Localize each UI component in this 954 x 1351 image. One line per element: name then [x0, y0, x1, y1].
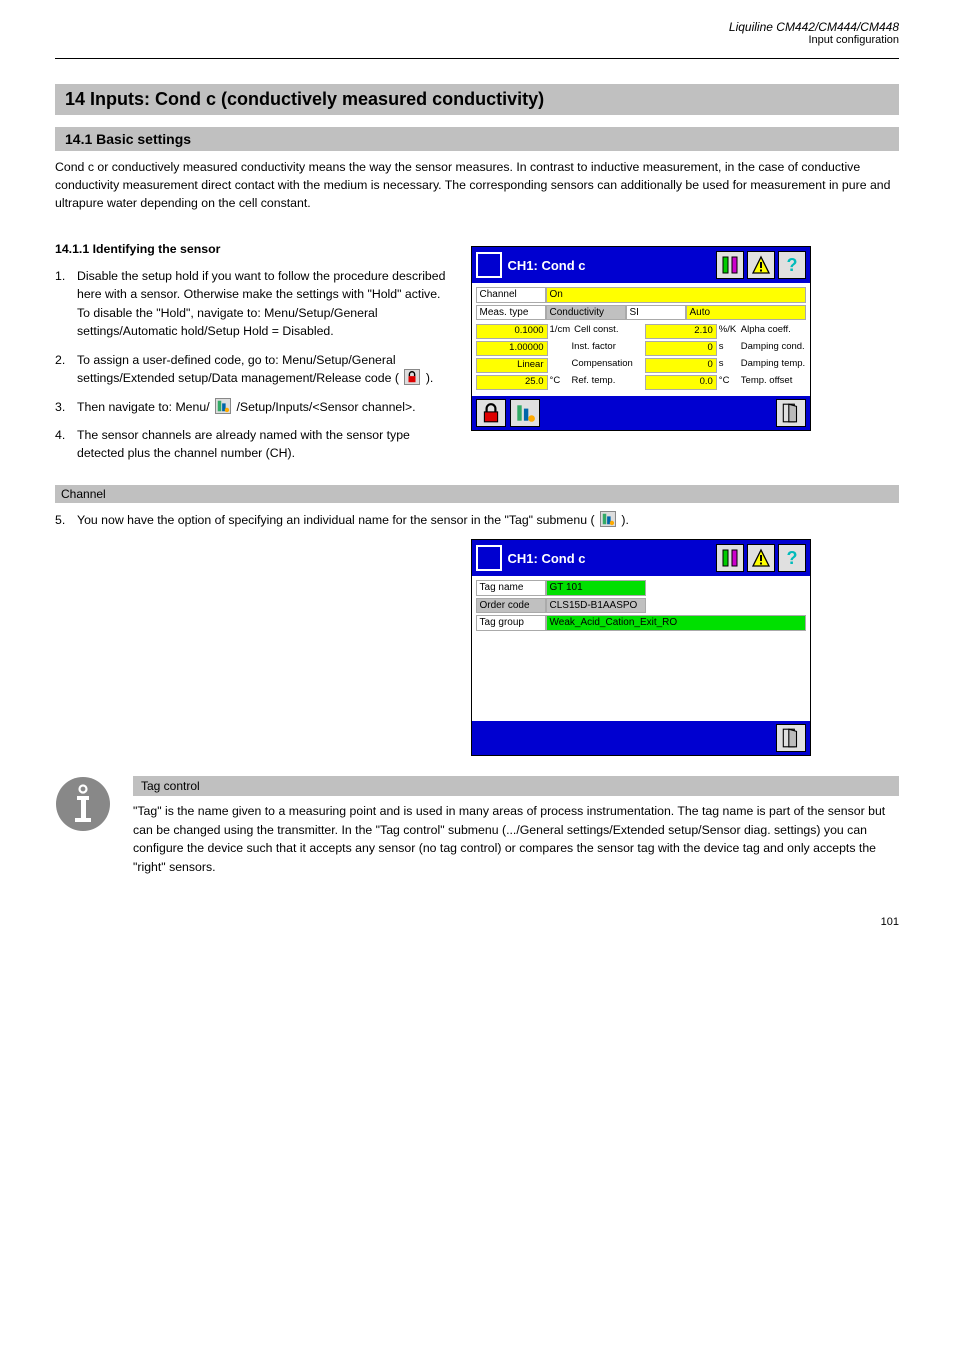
param-inst-factor: 1.00000Inst. factor — [476, 341, 635, 356]
range-field[interactable]: Auto — [686, 305, 806, 321]
step-1: 1. Disable the setup hold if you want to… — [55, 267, 451, 341]
param-temp-offset: 0.0°CTemp. offset — [645, 375, 807, 390]
help-icon[interactable]: ? — [778, 251, 806, 279]
tip-paragraph: "Tag" is the name given to a measuring p… — [133, 802, 899, 876]
warning-icon[interactable] — [747, 251, 775, 279]
window-title: CH1: Cond c — [508, 551, 716, 566]
tip-block: Tag control "Tag" is the name given to a… — [55, 776, 899, 876]
warning-icon[interactable] — [747, 544, 775, 572]
svg-text:?: ? — [786, 548, 797, 568]
window-titlebar: CH1: Cond c ? — [472, 540, 810, 576]
settings-window: CH1: Cond c ? Channel On — [471, 246, 811, 431]
tag-body: Tag name GT 101 Order code CLS15D-B1AASP… — [472, 576, 810, 721]
window-status-icon[interactable] — [716, 251, 744, 279]
step-3: 3. Then navigate to: Menu/ /Setup/Inputs… — [55, 398, 451, 416]
step-2: 2. To assign a user-defined code, go to:… — [55, 351, 451, 388]
param-compensation: LinearCompensation — [476, 358, 635, 373]
window-footer — [472, 396, 810, 430]
tagname-field[interactable]: GT 101 — [546, 580, 646, 596]
ordercode-field: CLS15D-B1AASPO — [546, 598, 646, 614]
info-icon — [55, 776, 115, 835]
param-damp-cond: 0sDamping cond. — [645, 341, 807, 356]
channel-subheading: Channel — [55, 485, 899, 503]
param-alpha: 2.10%/KAlpha coeff. — [645, 324, 807, 339]
chapter-name: Input configuration — [0, 34, 899, 46]
window-title: CH1: Cond c — [508, 258, 716, 273]
page-number: 101 — [0, 916, 899, 928]
doc-title: Liquiline CM442/CM444/CM448 — [0, 20, 899, 34]
intro-paragraph: Cond c or conductively measured conducti… — [55, 159, 899, 212]
step-list: 1. Disable the setup hold if you want to… — [55, 267, 451, 463]
tagname-label: Tag name — [476, 580, 546, 596]
gauge-icon — [600, 511, 616, 527]
step-5: 5. You now have the option of specifying… — [55, 511, 899, 529]
lock-icon — [404, 369, 420, 385]
step-4: 4. The sensor channels are already named… — [55, 426, 451, 463]
system-box-icon — [476, 545, 502, 571]
window-footer — [472, 721, 810, 755]
channel-field[interactable]: On — [546, 287, 806, 303]
window-status-icon[interactable] — [716, 544, 744, 572]
lock-button[interactable] — [476, 399, 506, 427]
settings-body: Channel On Meas. type Conductivity SI Au… — [472, 283, 810, 396]
help-icon[interactable]: ? — [778, 544, 806, 572]
subsection-heading: 14.1.1 Identifying the sensor — [55, 240, 451, 258]
ordercode-label: Order code — [476, 598, 546, 614]
header-rule — [55, 58, 899, 59]
param-ref-temp: 25.0°CRef. temp. — [476, 375, 635, 390]
param-cell-const: 0.10001/cmCell const. — [476, 324, 635, 339]
taggroup-field[interactable]: Weak_Acid_Cation_Exit_RO — [546, 615, 806, 631]
meastype-field[interactable]: Conductivity — [546, 305, 626, 321]
exit-button[interactable] — [776, 399, 806, 427]
tools-button[interactable] — [510, 399, 540, 427]
tag-window: CH1: Cond c ? Tag name GT 101 — [471, 539, 811, 756]
section-heading-2: 14.1 Basic settings — [55, 127, 899, 151]
channel-label: Channel — [476, 287, 546, 303]
tip-title: Tag control — [133, 776, 899, 796]
svg-text:?: ? — [786, 255, 797, 275]
exit-button[interactable] — [776, 724, 806, 752]
page-header: Liquiline CM442/CM444/CM448 Input config… — [0, 20, 954, 56]
param-damp-temp: 0sDamping temp. — [645, 358, 807, 373]
system-box-icon — [476, 252, 502, 278]
meastype-label: Meas. type — [476, 305, 546, 321]
unit-system-field[interactable]: SI — [626, 305, 686, 321]
taggroup-label: Tag group — [476, 615, 546, 631]
window-titlebar: CH1: Cond c ? — [472, 247, 810, 283]
section-heading-1: 14 Inputs: Cond c (conductively measured… — [55, 84, 899, 115]
gauge-icon — [215, 398, 231, 414]
